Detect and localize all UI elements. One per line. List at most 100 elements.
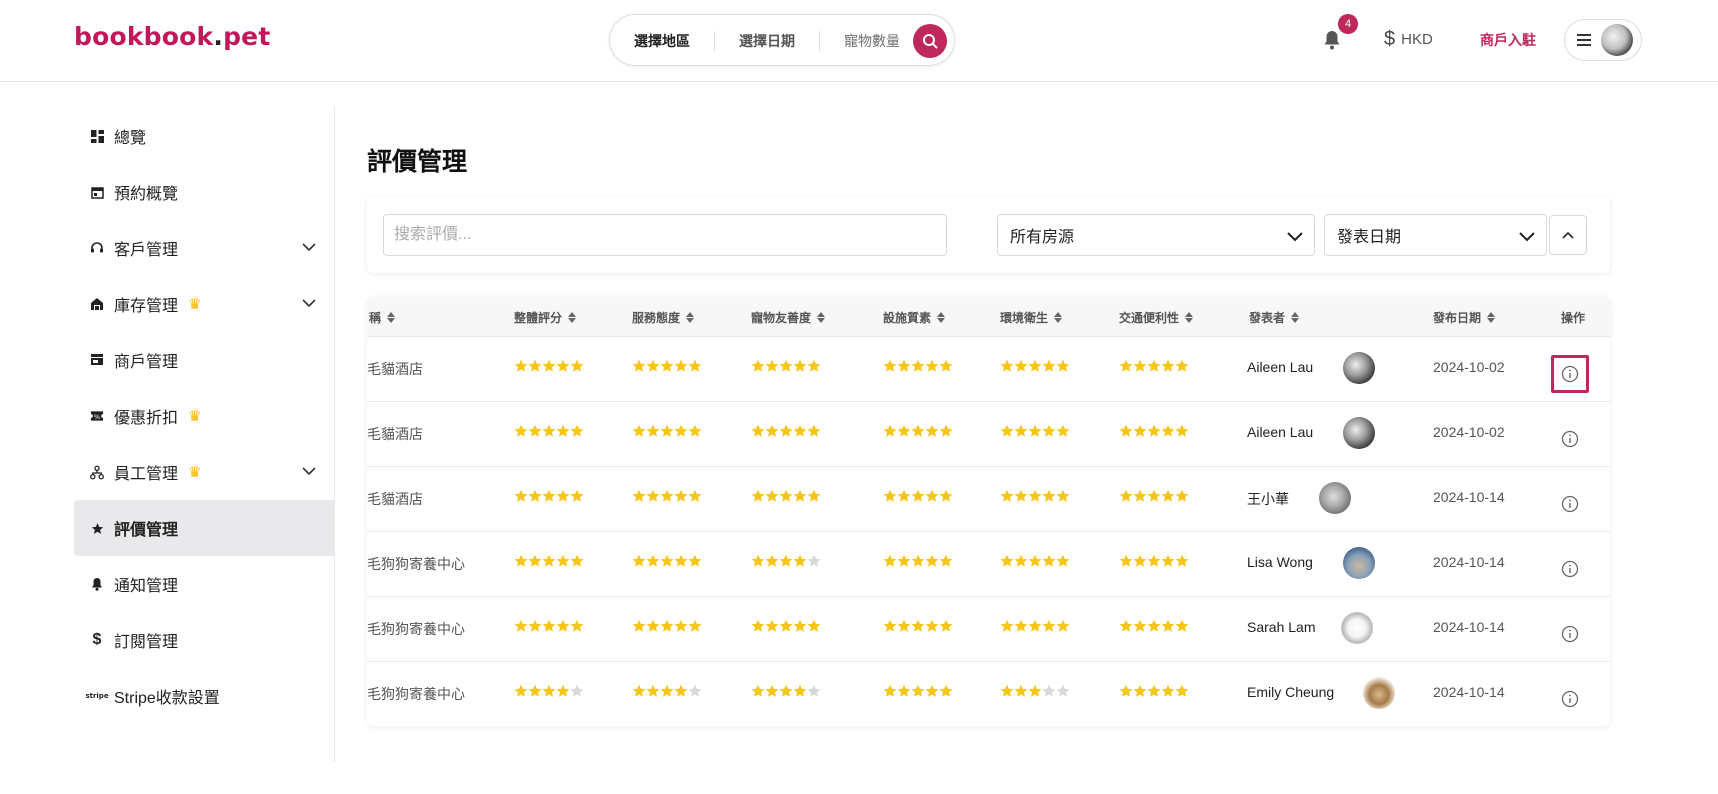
- top-bar: bookbook.pet 選擇地區 選擇日期 寵物數量 4 $ HKD 商戶入駐: [0, 0, 1718, 82]
- rating-stars: [632, 554, 702, 570]
- headset-icon: [90, 241, 104, 255]
- sort-icon[interactable]: [568, 312, 577, 323]
- logo[interactable]: bookbook.pet: [74, 22, 270, 51]
- column-label: 寵物友善度: [751, 311, 812, 325]
- sidebar-item-label: 評價管理: [114, 522, 179, 539]
- column-header-4[interactable]: 設施質素: [883, 309, 946, 326]
- review-detail-button[interactable]: [1551, 355, 1589, 393]
- chevron-down-icon[interactable]: [301, 465, 317, 477]
- review-detail-button[interactable]: [1551, 485, 1589, 523]
- dashboard-icon: [90, 129, 104, 143]
- review-detail-button[interactable]: [1551, 550, 1589, 588]
- avatar: [1363, 677, 1395, 709]
- bell-icon[interactable]: [1320, 28, 1344, 52]
- column-header-3[interactable]: 寵物友善度: [751, 309, 826, 326]
- rating-stars: [1000, 554, 1070, 570]
- publish-date: 2024-10-14: [1433, 554, 1505, 570]
- search-button[interactable]: [913, 24, 947, 58]
- sidebar-item-8[interactable]: 通知管理: [74, 556, 335, 612]
- merchant-link[interactable]: 商戶入駐: [1480, 30, 1536, 50]
- table-row: 毛狗狗寄養中心 Sarah Lam 2024-10-14: [367, 597, 1610, 662]
- sort-icon[interactable]: [1185, 312, 1194, 323]
- info-icon: [1561, 495, 1579, 513]
- rating-stars: [751, 554, 821, 570]
- sort-icon[interactable]: [1054, 312, 1063, 323]
- sidebar-item-6[interactable]: 員工管理 ♛: [74, 444, 335, 500]
- sidebar-item-4[interactable]: 商戶管理: [74, 332, 335, 388]
- collapse-filter-button[interactable]: [1549, 215, 1587, 255]
- sidebar-item-10[interactable]: stripe Stripe收款設置: [74, 668, 335, 724]
- bell-icon: [90, 577, 104, 591]
- column-header-0[interactable]: 稱: [369, 309, 396, 326]
- sort-icon[interactable]: [817, 312, 826, 323]
- review-detail-button[interactable]: [1551, 680, 1589, 718]
- rating-stars: [1119, 619, 1189, 635]
- sort-icon[interactable]: [1291, 312, 1300, 323]
- sidebar-item-2[interactable]: 客戶管理: [74, 220, 335, 276]
- rating-stars: [632, 424, 702, 440]
- column-header-1[interactable]: 整體評分: [514, 309, 577, 326]
- chevron-down-icon[interactable]: [301, 297, 317, 309]
- reviews-table: 稱 整體評分 服務態度 寵物友善度 設施質素 環境衛生 交通便利性 發表者 發布日期 操作 毛貓酒…: [367, 297, 1610, 726]
- column-label: 操作: [1561, 311, 1586, 325]
- rating-stars: [514, 359, 584, 375]
- publish-date: 2024-10-02: [1433, 424, 1505, 440]
- search-region[interactable]: 選擇地區: [634, 31, 690, 51]
- property-select[interactable]: 所有房源: [997, 214, 1315, 256]
- column-label: 整體評分: [514, 311, 563, 325]
- review-detail-button[interactable]: [1551, 420, 1589, 458]
- search-pets[interactable]: 寵物數量: [844, 31, 900, 51]
- sort-icon[interactable]: [387, 312, 396, 323]
- search-icon: [923, 34, 938, 49]
- column-label: 設施質素: [883, 311, 932, 325]
- dollar-icon: $: [92, 631, 102, 648]
- rating-stars: [883, 684, 953, 700]
- property-select-value: 所有房源: [1010, 229, 1075, 246]
- column-header-6[interactable]: 交通便利性: [1119, 309, 1194, 326]
- rating-stars: [751, 424, 821, 440]
- chevron-down-icon[interactable]: [301, 241, 317, 253]
- rating-stars: [1119, 359, 1189, 375]
- rating-stars: [632, 619, 702, 635]
- avatar: [1601, 24, 1633, 56]
- sort-icon[interactable]: [937, 312, 946, 323]
- sidebar-item-5[interactable]: % 優惠折扣 ♛: [74, 388, 335, 444]
- publisher-name: 王小華: [1247, 491, 1289, 507]
- rating-stars: [1119, 554, 1189, 570]
- date-select[interactable]: 發表日期: [1324, 214, 1547, 256]
- rating-stars: [1000, 424, 1070, 440]
- sort-icon[interactable]: [1487, 312, 1496, 323]
- sidebar-item-label: 庫存管理: [114, 298, 179, 315]
- divider: [334, 106, 335, 762]
- column-header-9: 操作: [1561, 309, 1585, 326]
- search-reviews-input[interactable]: [383, 214, 947, 256]
- sidebar-item-1[interactable]: 預約概覽: [74, 164, 335, 220]
- rating-stars: [1119, 684, 1189, 700]
- sidebar-item-0[interactable]: 總覽: [74, 108, 335, 164]
- sidebar-item-7[interactable]: 評價管理: [74, 500, 335, 556]
- column-header-5[interactable]: 環境衛生: [1000, 309, 1063, 326]
- sidebar-item-label: Stripe收款設置: [114, 690, 220, 707]
- hamburger-icon: [1577, 34, 1591, 46]
- sidebar-item-label: 客戶管理: [114, 242, 179, 259]
- sidebar: 總覽 預約概覽 客戶管理 庫存管理 ♛ 商戶管理% 優惠折扣 ♛ 員工管理 ♛ 評價管理 通知管理 $ 訂…: [74, 108, 335, 724]
- currency-selector[interactable]: $ HKD: [1384, 28, 1433, 51]
- review-detail-button[interactable]: [1551, 615, 1589, 653]
- sort-icon[interactable]: [686, 312, 695, 323]
- crown-icon: ♛: [188, 408, 202, 425]
- sidebar-item-9[interactable]: $ 訂閱管理: [74, 612, 335, 668]
- user-menu-button[interactable]: [1564, 19, 1642, 61]
- sidebar-item-label: 商戶管理: [114, 354, 179, 371]
- sidebar-item-label: 訂閱管理: [114, 634, 179, 651]
- search-bar[interactable]: 選擇地區 選擇日期 寵物數量: [609, 14, 955, 66]
- currency-label: HKD: [1401, 31, 1433, 48]
- sidebar-item-3[interactable]: 庫存管理 ♛: [74, 276, 335, 332]
- rating-stars: [883, 359, 953, 375]
- column-header-8[interactable]: 發布日期: [1433, 309, 1496, 326]
- publish-date: 2024-10-14: [1433, 489, 1505, 505]
- info-icon: [1561, 690, 1579, 708]
- search-date[interactable]: 選擇日期: [739, 31, 795, 51]
- column-header-2[interactable]: 服務態度: [632, 309, 695, 326]
- column-header-7[interactable]: 發表者: [1249, 309, 1300, 326]
- stripe-icon: stripe: [85, 692, 109, 700]
